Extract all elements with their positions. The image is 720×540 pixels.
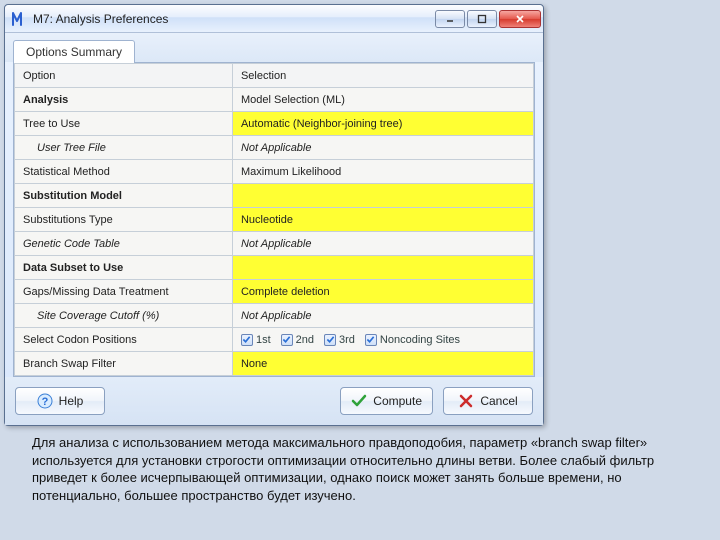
help-icon: ? [37,393,53,409]
col-selection: Selection [232,64,533,88]
codon-noncoding-label: Noncoding Sites [380,334,460,346]
row-branchswap-value[interactable]: None [232,352,533,376]
row-subtype-label: Substitutions Type [15,208,233,232]
row-tree-label: Tree to Use [15,112,233,136]
row-gencode-label: Genetic Code Table [15,232,233,256]
app-icon [11,11,27,27]
compute-button[interactable]: Compute [340,387,433,415]
cancel-icon [458,393,474,409]
row-gencode-value: Not Applicable [232,232,533,256]
row-submodel-spacer [232,184,533,208]
tabstrip: Options Summary [5,33,543,62]
col-option: Option [15,64,233,88]
checkbox-icon [324,334,336,346]
help-button-label: Help [59,394,84,408]
window-buttons [433,10,541,28]
row-analysis-label: Analysis [15,88,233,112]
checkbox-icon [365,334,377,346]
row-sitecov-label: Site Coverage Cutoff (%) [15,304,233,328]
row-tree-value[interactable]: Automatic (Neighbor-joining tree) [232,112,533,136]
titlebar[interactable]: M7: Analysis Preferences [5,5,543,33]
maximize-button[interactable] [467,10,497,28]
close-button[interactable] [499,10,541,28]
compute-button-label: Compute [373,394,422,408]
row-data-subset-header: Data Subset to Use [15,256,233,280]
row-codon-value: 1st 2nd 3rd [232,328,533,352]
checkbox-icon [241,334,253,346]
codon-3rd-label: 3rd [339,334,355,346]
window-title: M7: Analysis Preferences [33,12,168,26]
codon-noncoding[interactable]: Noncoding Sites [365,334,460,346]
row-submodel-header: Substitution Model [15,184,233,208]
codon-2nd-label: 2nd [296,334,314,346]
codon-3rd[interactable]: 3rd [324,334,355,346]
codon-1st-label: 1st [256,334,271,346]
minimize-button[interactable] [435,10,465,28]
row-usertree-label: User Tree File [15,136,233,160]
checkbox-icon [281,334,293,346]
row-stat-label: Statistical Method [15,160,233,184]
cancel-button[interactable]: Cancel [443,387,533,415]
row-analysis-value[interactable]: Model Selection (ML) [232,88,533,112]
options-grid: Option Selection Analysis Model Selectio… [13,62,535,377]
row-gaps-value[interactable]: Complete deletion [232,280,533,304]
row-gaps-label: Gaps/Missing Data Treatment [15,280,233,304]
cancel-button-label: Cancel [480,394,517,408]
row-codon-label: Select Codon Positions [15,328,233,352]
row-subtype-value[interactable]: Nucleotide [232,208,533,232]
row-usertree-value: Not Applicable [232,136,533,160]
row-stat-value[interactable]: Maximum Likelihood [232,160,533,184]
check-icon [351,393,367,409]
tab-options-summary[interactable]: Options Summary [13,40,135,63]
dialog-button-row: ? Help Compute Cancel [5,377,543,425]
row-sitecov-value: Not Applicable [232,304,533,328]
preferences-window: M7: Analysis Preferences Options Summary… [4,4,544,426]
codon-2nd[interactable]: 2nd [281,334,314,346]
codon-1st[interactable]: 1st [241,334,271,346]
caption-text: Для анализа с использованием метода макс… [32,434,688,504]
svg-text:?: ? [41,396,48,408]
row-data-subset-spacer [232,256,533,280]
help-button[interactable]: ? Help [15,387,105,415]
row-branchswap-label: Branch Swap Filter [15,352,233,376]
